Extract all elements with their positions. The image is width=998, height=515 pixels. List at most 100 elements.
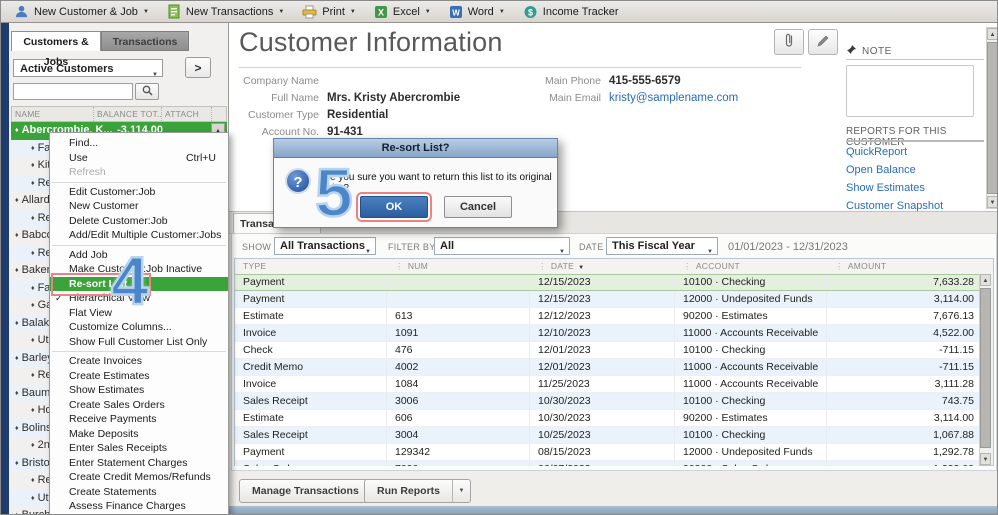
edit-button[interactable] [808, 29, 838, 55]
menu-item-new-customer[interactable]: New Customer [50, 199, 228, 214]
search-button[interactable] [135, 83, 159, 100]
show-dropdown[interactable]: All Transactions ▼ [274, 237, 376, 255]
income-tracker-icon: $ [523, 5, 538, 19]
scrollbar-thumb[interactable] [980, 288, 991, 448]
column-header-balance-tot[interactable]: BALANCE TOT... [94, 107, 162, 121]
customer-view-dropdown[interactable]: Active Customers ▼ [13, 59, 163, 77]
menu-item-create-credit-memos-refunds[interactable]: Create Credit Memos/Refunds [50, 470, 228, 485]
cell-type: Invoice [235, 325, 387, 341]
toolbar-item-new-transactions[interactable]: New Transactions▼ [158, 2, 293, 22]
cell-account: 90300 · Sales Orders [675, 461, 827, 466]
menu-item-enter-statement-charges[interactable]: Enter Statement Charges [50, 456, 228, 471]
scroll-up-icon[interactable]: ▲ [987, 28, 998, 40]
diamond-icon: ♦ [31, 337, 35, 344]
menu-item-create-statements[interactable]: Create Statements [50, 485, 228, 500]
column-header-attach[interactable]: ATTACH [162, 107, 212, 121]
column-header-date[interactable]: ⋮DATE▼ [530, 259, 675, 274]
transaction-row[interactable]: Estimate60610/30/202390200 · Estimates3,… [235, 410, 979, 427]
diamond-icon: ♦ [31, 145, 35, 152]
search-input[interactable] [13, 83, 133, 100]
transaction-row[interactable]: Payment12/15/202312000 · Undeposited Fun… [235, 291, 979, 308]
cell-account: 11000 · Accounts Receivable [675, 359, 827, 375]
toolbar-item-word[interactable]: WWord▼ [440, 2, 514, 22]
scroll-down-icon[interactable]: ▼ [987, 196, 998, 208]
menu-item-find[interactable]: Find... [50, 136, 228, 151]
toolbar: New Customer & Job▼New Transactions▼Prin… [1, 1, 998, 23]
diamond-icon: ♦ [31, 180, 35, 187]
menu-item-create-sales-orders[interactable]: Create Sales Orders [50, 398, 228, 413]
expand-panel-button[interactable]: > [185, 57, 211, 78]
tab-transactions[interactable]: Transactions [101, 31, 189, 51]
cell-account: 10100 · Checking [675, 275, 827, 290]
menu-item-receive-payments[interactable]: Receive Payments [50, 412, 228, 427]
menu-item-show-full-customer-list-only[interactable]: Show Full Customer List Only [50, 335, 228, 350]
cell-date: 10/30/2023 [530, 393, 675, 409]
transaction-row[interactable]: Invoice108411/25/202311000 · Accounts Re… [235, 376, 979, 393]
cell-account: 11000 · Accounts Receivable [675, 325, 827, 341]
menu-shortcut: Ctrl+U [186, 151, 216, 166]
menu-item-create-estimates[interactable]: Create Estimates [50, 369, 228, 384]
menu-item-assess-finance-charges[interactable]: Assess Finance Charges [50, 499, 228, 514]
cell-amount: -711.15 [827, 342, 979, 358]
cell-num: 1084 [387, 376, 530, 392]
menu-item-use[interactable]: UseCtrl+U [50, 151, 228, 166]
new-customer-icon [14, 4, 29, 19]
report-link-open-balance[interactable]: Open Balance [846, 164, 986, 182]
menu-item-create-invoices[interactable]: Create Invoices [50, 354, 228, 369]
transaction-row[interactable]: Sales Receipt300410/25/202310100 · Check… [235, 427, 979, 444]
left-edge-bar [1, 23, 9, 515]
scroll-down-icon[interactable]: ▼ [980, 453, 991, 465]
toolbar-item-new-customer-job[interactable]: New Customer & Job▼ [5, 2, 158, 22]
ok-button[interactable]: OK [360, 196, 428, 218]
report-link-quickreport[interactable]: QuickReport [846, 146, 986, 164]
svg-text:X: X [378, 7, 384, 17]
transaction-row[interactable]: Credit Memo400212/01/202311000 · Account… [235, 359, 979, 376]
note-header: NOTE [846, 44, 892, 58]
toolbar-item-income-tracker[interactable]: $Income Tracker [514, 2, 628, 22]
menu-item-edit-customer-job[interactable]: Edit Customer:Job [50, 185, 228, 200]
cancel-button[interactable]: Cancel [444, 196, 512, 218]
table-scrollbar[interactable]: ▲ ▼ [979, 274, 993, 465]
main-scrollbar[interactable]: ▲ ▼ [986, 27, 998, 209]
column-header-account[interactable]: ⋮ACCOUNT [675, 259, 827, 274]
transaction-row[interactable]: Sales Order700006/07/202390300 · Sales O… [235, 461, 979, 466]
menu-item-delete-customer-job[interactable]: Delete Customer:Job [50, 214, 228, 229]
column-header-type[interactable]: TYPE [235, 259, 387, 274]
field-value: 415-555-6579 [609, 75, 681, 87]
column-header-num[interactable]: ⋮NUM [387, 259, 530, 274]
attach-button[interactable] [774, 29, 804, 55]
customer-list-header[interactable]: NAMEBALANCE TOT...ATTACH [11, 106, 227, 122]
table-header[interactable]: TYPE⋮NUM⋮DATE▼⋮ACCOUNT⋮AMOUNT [235, 259, 993, 275]
menu-item-show-estimates[interactable]: Show Estimates [50, 383, 228, 398]
menu-item-label: Create Estimates [69, 370, 150, 382]
transaction-row[interactable]: Payment12/15/202310100 · Checking7,633.2… [235, 274, 979, 291]
toolbar-item-print[interactable]: Print▼ [293, 2, 365, 22]
run-reports-button[interactable]: Run Reports ▼ [364, 479, 471, 503]
scrollbar-thumb[interactable] [987, 42, 998, 194]
report-link-show-estimates[interactable]: Show Estimates [846, 182, 986, 200]
scroll-up-icon[interactable]: ▲ [980, 274, 991, 286]
chevron-down-icon[interactable]: ▼ [452, 480, 470, 502]
menu-item-enter-sales-receipts[interactable]: Enter Sales Receipts [50, 441, 228, 456]
field-value[interactable]: kristy@samplename.com [609, 92, 738, 104]
menu-item-customize-columns[interactable]: Customize Columns... [50, 320, 228, 335]
cell-type: Invoice [235, 376, 387, 392]
toolbar-item-excel[interactable]: XExcel▼ [365, 2, 440, 22]
diamond-icon: ♦ [15, 267, 19, 274]
menu-item-add-edit-multiple-customer-jobs[interactable]: Add/Edit Multiple Customer:Jobs [50, 228, 228, 243]
transaction-row[interactable]: Invoice109112/10/202311000 · Accounts Re… [235, 325, 979, 342]
transaction-row[interactable]: Payment12934208/15/202312000 · Undeposit… [235, 444, 979, 461]
note-textbox[interactable] [846, 65, 974, 117]
column-header-name[interactable]: NAME [12, 107, 94, 121]
menu-item-make-deposits[interactable]: Make Deposits [50, 427, 228, 442]
date-label: DATE [579, 242, 604, 252]
transaction-row[interactable]: Check47612/01/202310100 · Checking-711.1… [235, 342, 979, 359]
diamond-icon: ♦ [15, 127, 19, 134]
transaction-row[interactable]: Estimate61312/12/202390200 · Estimates7,… [235, 308, 979, 325]
column-header-amount[interactable]: ⋮AMOUNT [827, 259, 993, 274]
filter-dropdown[interactable]: All ▼ [434, 237, 570, 255]
manage-transactions-label: Manage Transactions [240, 480, 371, 502]
tab-customers-jobs[interactable]: Customers & Jobs [11, 31, 101, 51]
date-dropdown[interactable]: This Fiscal Year ▼ [606, 237, 718, 255]
transaction-row[interactable]: Sales Receipt300610/30/202310100 · Check… [235, 393, 979, 410]
